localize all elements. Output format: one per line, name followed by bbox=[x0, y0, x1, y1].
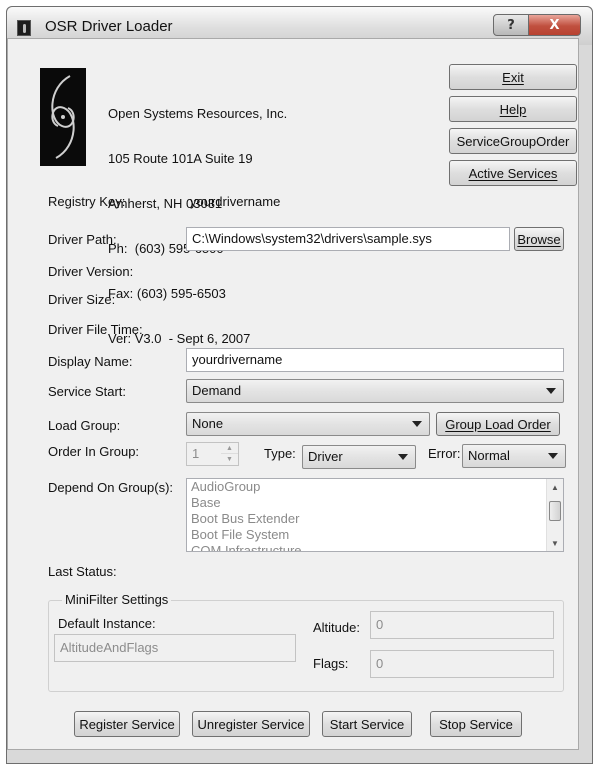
scroll-up-icon[interactable]: ▲ bbox=[547, 479, 563, 495]
help-caption-button[interactable]: ? bbox=[493, 14, 529, 36]
list-item[interactable]: Boot Bus Extender bbox=[187, 511, 563, 527]
minifilter-title: MiniFilter Settings bbox=[62, 592, 172, 607]
spiral-logo-icon bbox=[51, 75, 75, 159]
registry-key-value: yourdrivername bbox=[190, 194, 281, 209]
altitude-label: Altitude: bbox=[313, 620, 360, 635]
depend-on-groups-list[interactable]: AudioGroup Base Boot Bus Extender Boot F… bbox=[186, 478, 564, 552]
error-label: Error: bbox=[428, 446, 461, 461]
driver-version-label: Driver Version: bbox=[48, 264, 134, 279]
type-dropdown[interactable]: Driver bbox=[302, 445, 416, 469]
browse-button[interactable]: Browse bbox=[514, 227, 564, 251]
driver-path-field[interactable]: C:\Windows\system32\drivers\sample.sys bbox=[186, 227, 510, 251]
error-dropdown[interactable]: Normal bbox=[462, 444, 566, 468]
spin-down-icon: ▼ bbox=[226, 456, 233, 463]
driver-file-time-label: Driver File Time: bbox=[48, 322, 143, 337]
chevron-down-icon bbox=[412, 421, 422, 427]
order-in-group-label: Order In Group: bbox=[48, 444, 140, 459]
list-item[interactable]: COM Infrastructure bbox=[187, 543, 563, 551]
company-fax: Fax: (603) 595-6503 bbox=[108, 286, 226, 301]
company-info: Open Systems Resources, Inc. 105 Route 1… bbox=[108, 76, 287, 361]
list-scrollbar[interactable]: ▲ ▼ bbox=[546, 479, 563, 551]
close-icon: X bbox=[549, 17, 560, 33]
window-title: OSR Driver Loader bbox=[45, 18, 173, 35]
registry-key-label: Registry Key: bbox=[48, 194, 126, 209]
depend-on-groups-label: Depend On Group(s): bbox=[48, 480, 174, 495]
default-instance-field: AltitudeAndFlags bbox=[54, 634, 296, 662]
service-start-dropdown[interactable]: Demand bbox=[186, 379, 564, 403]
display-name-field[interactable]: yourdrivername bbox=[186, 348, 564, 372]
flags-field: 0 bbox=[370, 650, 554, 678]
scroll-thumb[interactable] bbox=[549, 501, 561, 521]
stop-service-button[interactable]: Stop Service bbox=[430, 711, 522, 737]
type-label: Type: bbox=[264, 446, 296, 461]
flags-label: Flags: bbox=[313, 656, 349, 671]
question-mark-icon: ? bbox=[507, 17, 515, 33]
start-service-button[interactable]: Start Service bbox=[322, 711, 412, 737]
driver-path-label: Driver Path: bbox=[48, 232, 117, 247]
list-item[interactable]: AudioGroup bbox=[187, 479, 563, 495]
display-name-label: Display Name: bbox=[48, 354, 133, 369]
load-group-dropdown[interactable]: None bbox=[186, 412, 430, 436]
company-address: 105 Route 101A Suite 19 bbox=[108, 151, 253, 166]
exit-button[interactable]: Exit bbox=[449, 64, 577, 90]
scroll-down-icon[interactable]: ▼ bbox=[547, 535, 563, 551]
last-status-label: Last Status: bbox=[48, 564, 117, 579]
osr-logo bbox=[40, 68, 86, 166]
group-load-order-button[interactable]: Group Load Order bbox=[436, 412, 560, 436]
chevron-down-icon bbox=[548, 453, 558, 459]
order-spinner: ▲ ▼ bbox=[221, 442, 239, 466]
chevron-down-icon bbox=[398, 454, 408, 460]
register-service-button[interactable]: Register Service bbox=[74, 711, 180, 737]
service-start-label: Service Start: bbox=[48, 384, 127, 399]
driver-size-label: Driver Size: bbox=[48, 292, 116, 307]
unregister-service-button[interactable]: Unregister Service bbox=[192, 711, 310, 737]
window-frame-bottom bbox=[7, 755, 592, 763]
active-services-button[interactable]: Active Services bbox=[449, 160, 577, 186]
default-instance-label: Default Instance: bbox=[58, 616, 156, 631]
close-button[interactable]: X bbox=[528, 14, 581, 36]
company-name: Open Systems Resources, Inc. bbox=[108, 106, 288, 121]
altitude-field: 0 bbox=[370, 611, 554, 639]
list-item[interactable]: Boot File System bbox=[187, 527, 563, 543]
load-group-label: Load Group: bbox=[48, 418, 121, 433]
spin-up-icon: ▲ bbox=[221, 443, 238, 454]
order-in-group-field: 1 bbox=[186, 442, 222, 466]
app-icon bbox=[17, 20, 31, 36]
service-group-order-button[interactable]: ServiceGroupOrder bbox=[449, 128, 577, 154]
list-item[interactable]: Base bbox=[187, 495, 563, 511]
help-button[interactable]: Help bbox=[449, 96, 577, 122]
chevron-down-icon bbox=[546, 388, 556, 394]
